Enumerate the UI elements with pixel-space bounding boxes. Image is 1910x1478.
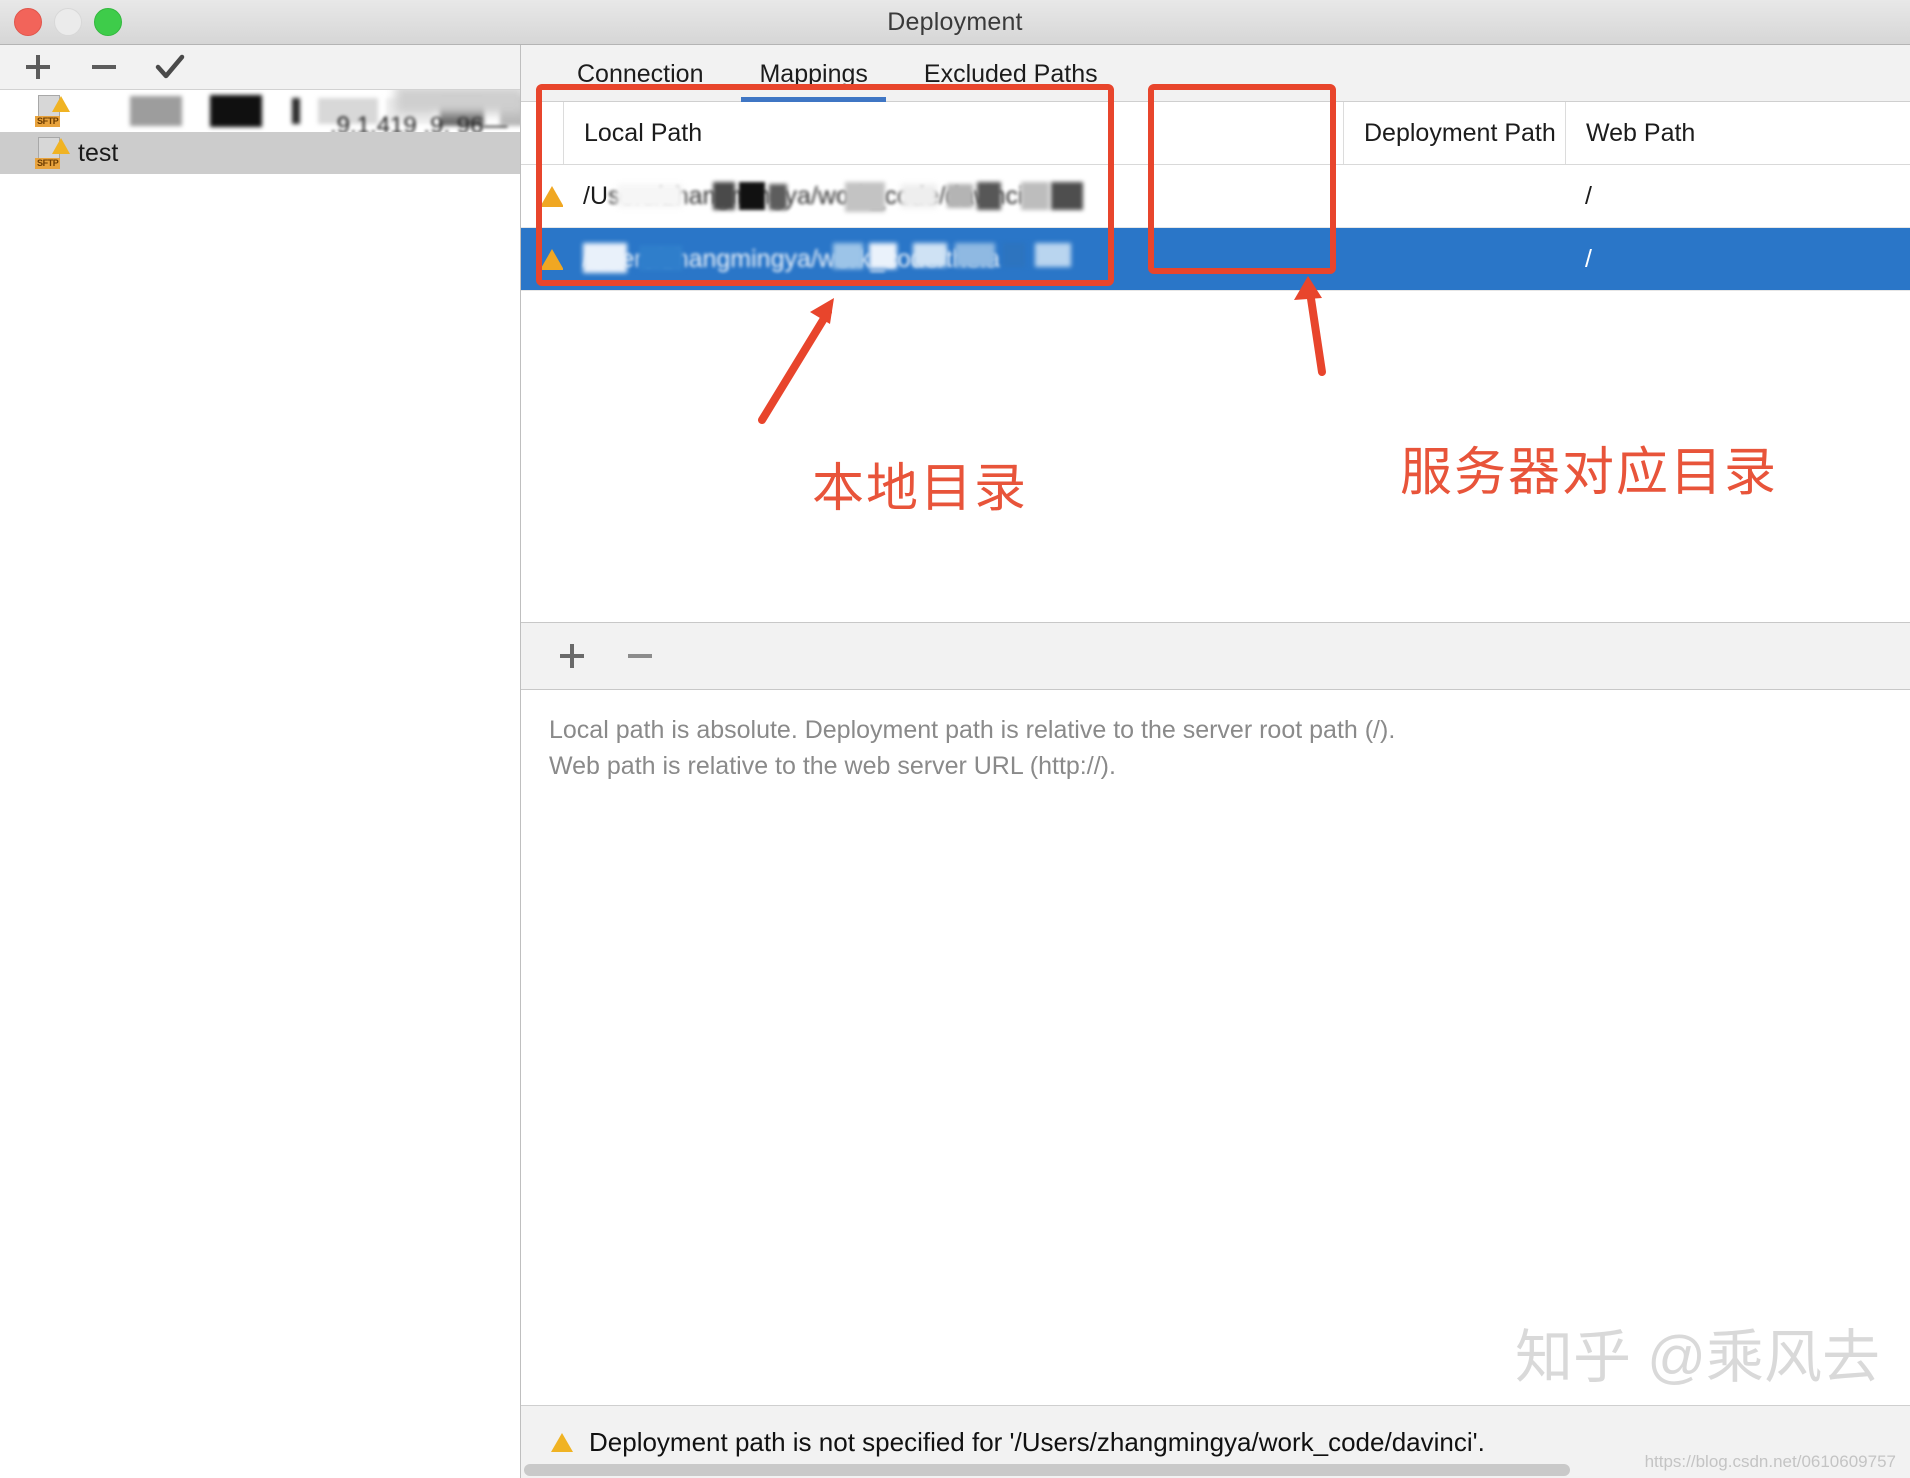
add-mapping-button[interactable] bbox=[551, 635, 593, 677]
tab-label: Mappings bbox=[759, 60, 868, 88]
redaction-blob bbox=[292, 98, 300, 124]
deployment-dialog: Deployment SFTP .9.1.419 .9. 96— SFTP te… bbox=[0, 0, 1910, 1478]
server-list-toolbar bbox=[0, 45, 520, 90]
row-warning-cell bbox=[521, 228, 563, 290]
cell-web-path[interactable]: / bbox=[1565, 228, 1910, 290]
tab-mappings[interactable]: Mappings bbox=[731, 59, 895, 102]
cell-local-path[interactable]: /Users/zhangmingya/work_code/davinci bbox=[563, 165, 1343, 227]
tab-label: Connection bbox=[577, 60, 704, 88]
server-list-item-redacted[interactable]: SFTP .9.1.419 .9. 96— .9.1.412 — (1) bbox=[0, 90, 520, 132]
help-line-2: Web path is relative to the web server U… bbox=[549, 752, 1116, 780]
table-header-deployment-path[interactable]: Deployment Path bbox=[1343, 102, 1565, 164]
cell-web-path[interactable]: / bbox=[1565, 165, 1910, 227]
redaction-blob bbox=[130, 96, 182, 126]
server-list-panel: SFTP .9.1.419 .9. 96— .9.1.412 — (1) bbox=[0, 45, 521, 1478]
add-server-button[interactable] bbox=[16, 50, 60, 84]
redaction-blob bbox=[395, 90, 520, 114]
table-row[interactable]: /Users/zhangmingya/work_code/davinci bbox=[521, 165, 1910, 228]
table-row[interactable]: /Users/zhangmingya/work_code/theia / bbox=[521, 228, 1910, 291]
table-header-gutter bbox=[521, 102, 563, 164]
cell-deployment-path[interactable] bbox=[1343, 228, 1565, 290]
set-default-server-button[interactable] bbox=[148, 50, 192, 84]
warning-icon bbox=[551, 1432, 573, 1452]
help-text-area: Local path is absolute. Deployment path … bbox=[521, 690, 1910, 1405]
mappings-table[interactable]: Local Path Deployment Path Web Path /Use… bbox=[521, 102, 1910, 623]
server-list-item-test[interactable]: SFTP test bbox=[0, 132, 520, 174]
sftp-warning-icon: SFTP bbox=[34, 136, 70, 170]
warning-icon bbox=[540, 185, 563, 207]
status-message: Deployment path is not specified for '/U… bbox=[589, 1426, 1485, 1457]
warning-icon bbox=[540, 248, 563, 270]
table-header-web-path[interactable]: Web Path bbox=[1565, 102, 1910, 164]
window-title: Deployment bbox=[887, 7, 1023, 36]
redaction-blob bbox=[210, 95, 262, 127]
mappings-toolbar bbox=[521, 623, 1910, 690]
redacted-host-text: .9.1.419 .9. 96— .9.1.412 — (1) bbox=[330, 112, 508, 132]
minimize-window-button[interactable] bbox=[54, 8, 82, 36]
tab-connection[interactable]: Connection bbox=[549, 59, 731, 101]
help-line-1: Local path is absolute. Deployment path … bbox=[549, 716, 1396, 744]
row-warning-cell bbox=[521, 165, 563, 227]
cell-local-path[interactable]: /Users/zhangmingya/work_code/theia bbox=[563, 228, 1343, 290]
window-controls bbox=[14, 0, 122, 44]
table-header-row: Local Path Deployment Path Web Path bbox=[521, 102, 1910, 165]
tab-label: Excluded Paths bbox=[923, 60, 1098, 88]
window-titlebar: Deployment bbox=[0, 0, 1910, 45]
horizontal-scrollbar[interactable] bbox=[524, 1464, 1570, 1476]
server-settings-panel: Connection Mappings Excluded Paths Local… bbox=[521, 45, 1910, 1478]
zoom-window-button[interactable] bbox=[94, 8, 122, 36]
remove-server-button[interactable] bbox=[82, 50, 126, 84]
server-list[interactable]: SFTP .9.1.419 .9. 96— .9.1.412 — (1) bbox=[0, 90, 520, 1478]
sftp-warning-icon: SFTP bbox=[34, 94, 70, 128]
table-header-local-path[interactable]: Local Path bbox=[563, 102, 1343, 164]
cell-deployment-path[interactable] bbox=[1343, 165, 1565, 227]
dialog-body: SFTP .9.1.419 .9. 96— .9.1.412 — (1) bbox=[0, 45, 1910, 1478]
settings-tabbar: Connection Mappings Excluded Paths bbox=[521, 45, 1910, 102]
server-list-item-label: test bbox=[78, 138, 119, 167]
remove-mapping-button[interactable] bbox=[619, 635, 661, 677]
tab-excluded-paths[interactable]: Excluded Paths bbox=[896, 59, 1126, 101]
close-window-button[interactable] bbox=[14, 8, 42, 36]
